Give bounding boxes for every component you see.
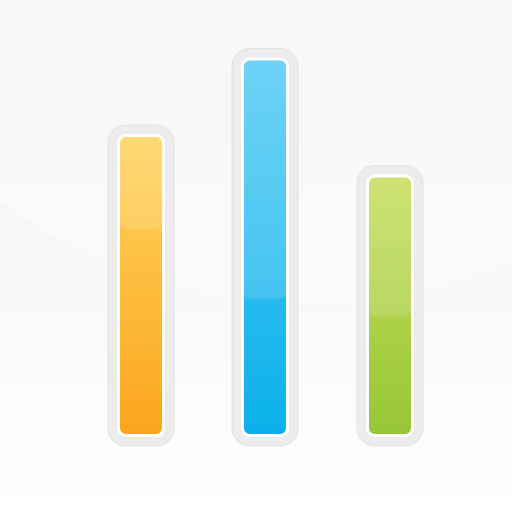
app-icon: [0, 0, 512, 512]
orange-bar-highlight: [120, 137, 162, 229]
green-bar-highlight: [369, 177, 411, 316]
blue-bar-highlight: [244, 60, 286, 299]
bar-chart-icon: [107, 48, 424, 447]
